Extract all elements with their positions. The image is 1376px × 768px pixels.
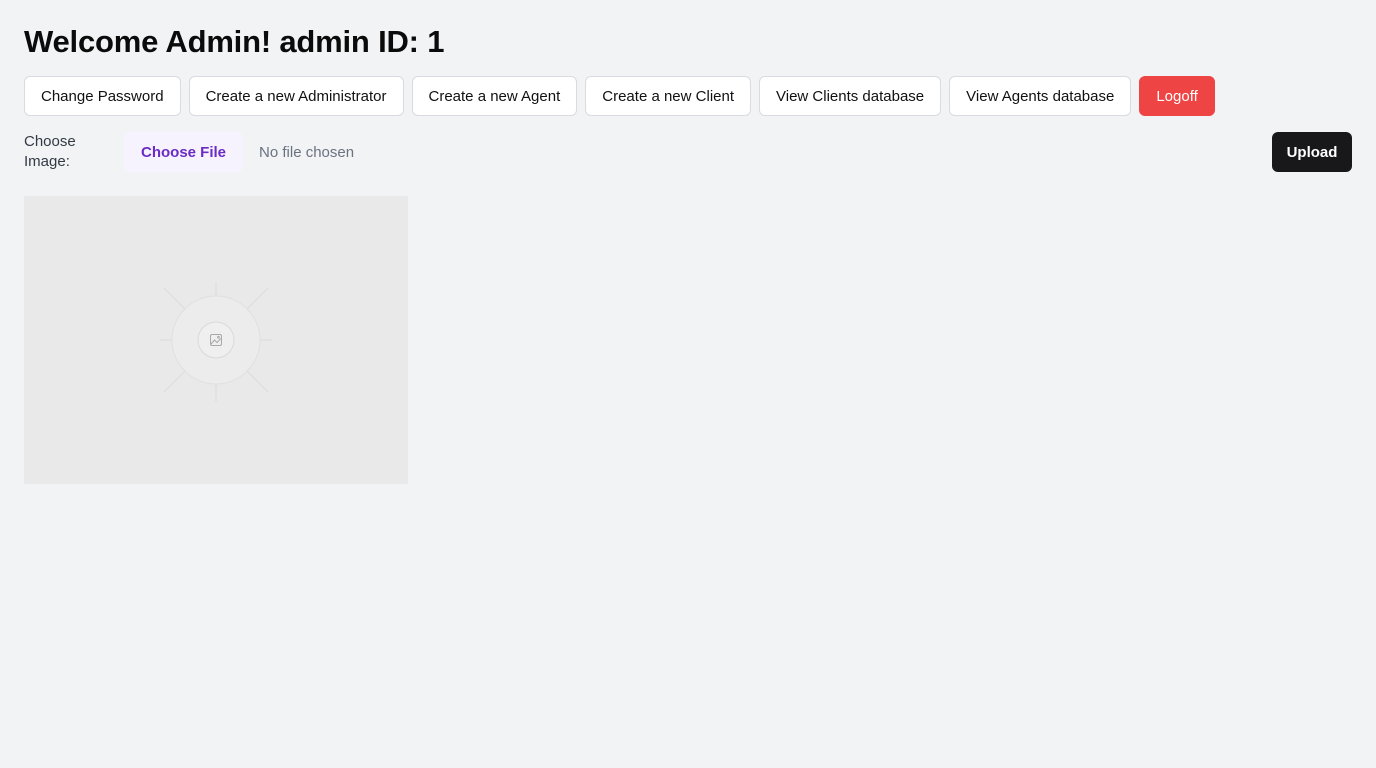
action-toolbar: Change Password Create a new Administrat… bbox=[24, 76, 1215, 116]
create-agent-button[interactable]: Create a new Agent bbox=[411, 76, 578, 116]
create-administrator-button[interactable]: Create a new Administrator bbox=[188, 76, 404, 116]
image-preview bbox=[24, 196, 408, 484]
view-clients-database-button[interactable]: View Clients database bbox=[759, 76, 942, 116]
admin-dashboard: Welcome Admin! admin ID: 1 Change Passwo… bbox=[0, 0, 1376, 768]
image-placeholder-icon bbox=[160, 282, 272, 402]
file-status-text: No file chosen bbox=[259, 143, 355, 161]
create-client-button[interactable]: Create a new Client bbox=[585, 76, 751, 116]
upload-button[interactable]: Upload bbox=[1272, 132, 1352, 172]
logoff-button[interactable]: Logoff bbox=[1139, 76, 1215, 116]
view-agents-database-button[interactable]: View Agents database bbox=[949, 76, 1132, 116]
choose-image-label: Choose Image: bbox=[24, 133, 76, 170]
choose-file-button[interactable]: Choose File bbox=[124, 132, 244, 172]
change-password-button[interactable]: Change Password bbox=[24, 76, 181, 116]
image-upload-form: Choose Image: Choose File No file chosen… bbox=[24, 132, 1352, 172]
file-input[interactable]: Choose File No file chosen bbox=[124, 132, 354, 172]
page-title: Welcome Admin! admin ID: 1 bbox=[24, 24, 445, 59]
